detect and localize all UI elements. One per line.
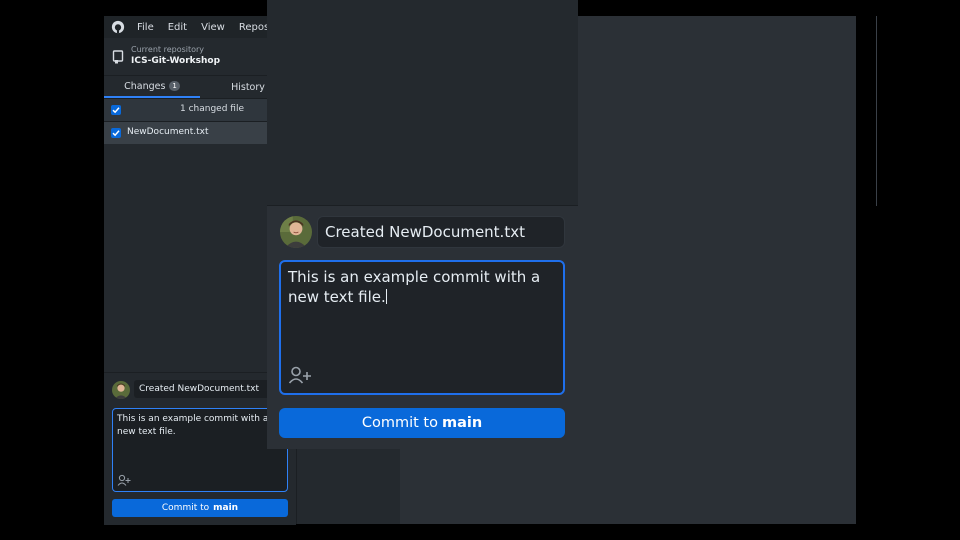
commit-summary-input[interactable]: Created NewDocument.txt (317, 216, 565, 248)
select-all-checkbox[interactable] (111, 105, 121, 115)
file-name: NewDocument.txt (127, 127, 209, 137)
add-coauthor-icon[interactable] (288, 366, 312, 384)
commit-button[interactable]: Commit to main (112, 499, 288, 517)
menu-view[interactable]: View (201, 22, 225, 33)
avatar (280, 216, 312, 248)
text-caret (385, 289, 387, 304)
changes-count-badge: 1 (169, 81, 180, 91)
commit-description-text: This is an example commit with a new tex… (288, 267, 556, 307)
zoomed-commit-panel: Created NewDocument.txt This is an examp… (267, 0, 578, 449)
repository-icon (112, 50, 124, 64)
tab-changes-label: Changes (124, 80, 166, 92)
commit-description-text: This is an example commit with a new tex… (117, 414, 269, 437)
commit-description-input[interactable]: This is an example commit with a new tex… (279, 260, 565, 395)
commit-branch-name: main (213, 503, 239, 513)
zoomed-background (267, 0, 578, 205)
commit-button-label: Commit to (161, 503, 210, 513)
commit-button[interactable]: Commit to main (279, 408, 565, 438)
avatar (112, 381, 130, 399)
github-logo-icon (111, 20, 125, 34)
current-repository-label: Current repository (131, 45, 205, 54)
tab-history-label: History (231, 81, 265, 93)
tab-changes[interactable]: Changes 1 (104, 76, 200, 98)
commit-description-value: This is an example commit with a new tex… (288, 268, 541, 306)
divider (876, 16, 877, 206)
file-checkbox[interactable] (111, 128, 121, 138)
checkbox-checked-icon (112, 107, 120, 114)
commit-button-label: Commit to (361, 415, 438, 431)
repository-name: ICS-Git-Workshop (131, 56, 221, 66)
checkbox-checked-icon (112, 130, 120, 137)
commit-summary-input[interactable]: Created NewDocument.txt (134, 380, 286, 398)
menu-file[interactable]: File (137, 22, 154, 33)
commit-branch-name: main (441, 415, 483, 431)
commit-panel-zoomed: Created NewDocument.txt This is an examp… (267, 206, 578, 449)
menu-edit[interactable]: Edit (168, 22, 187, 33)
add-coauthor-icon[interactable] (117, 474, 131, 486)
commit-description-input[interactable]: This is an example commit with a new tex… (112, 408, 288, 492)
